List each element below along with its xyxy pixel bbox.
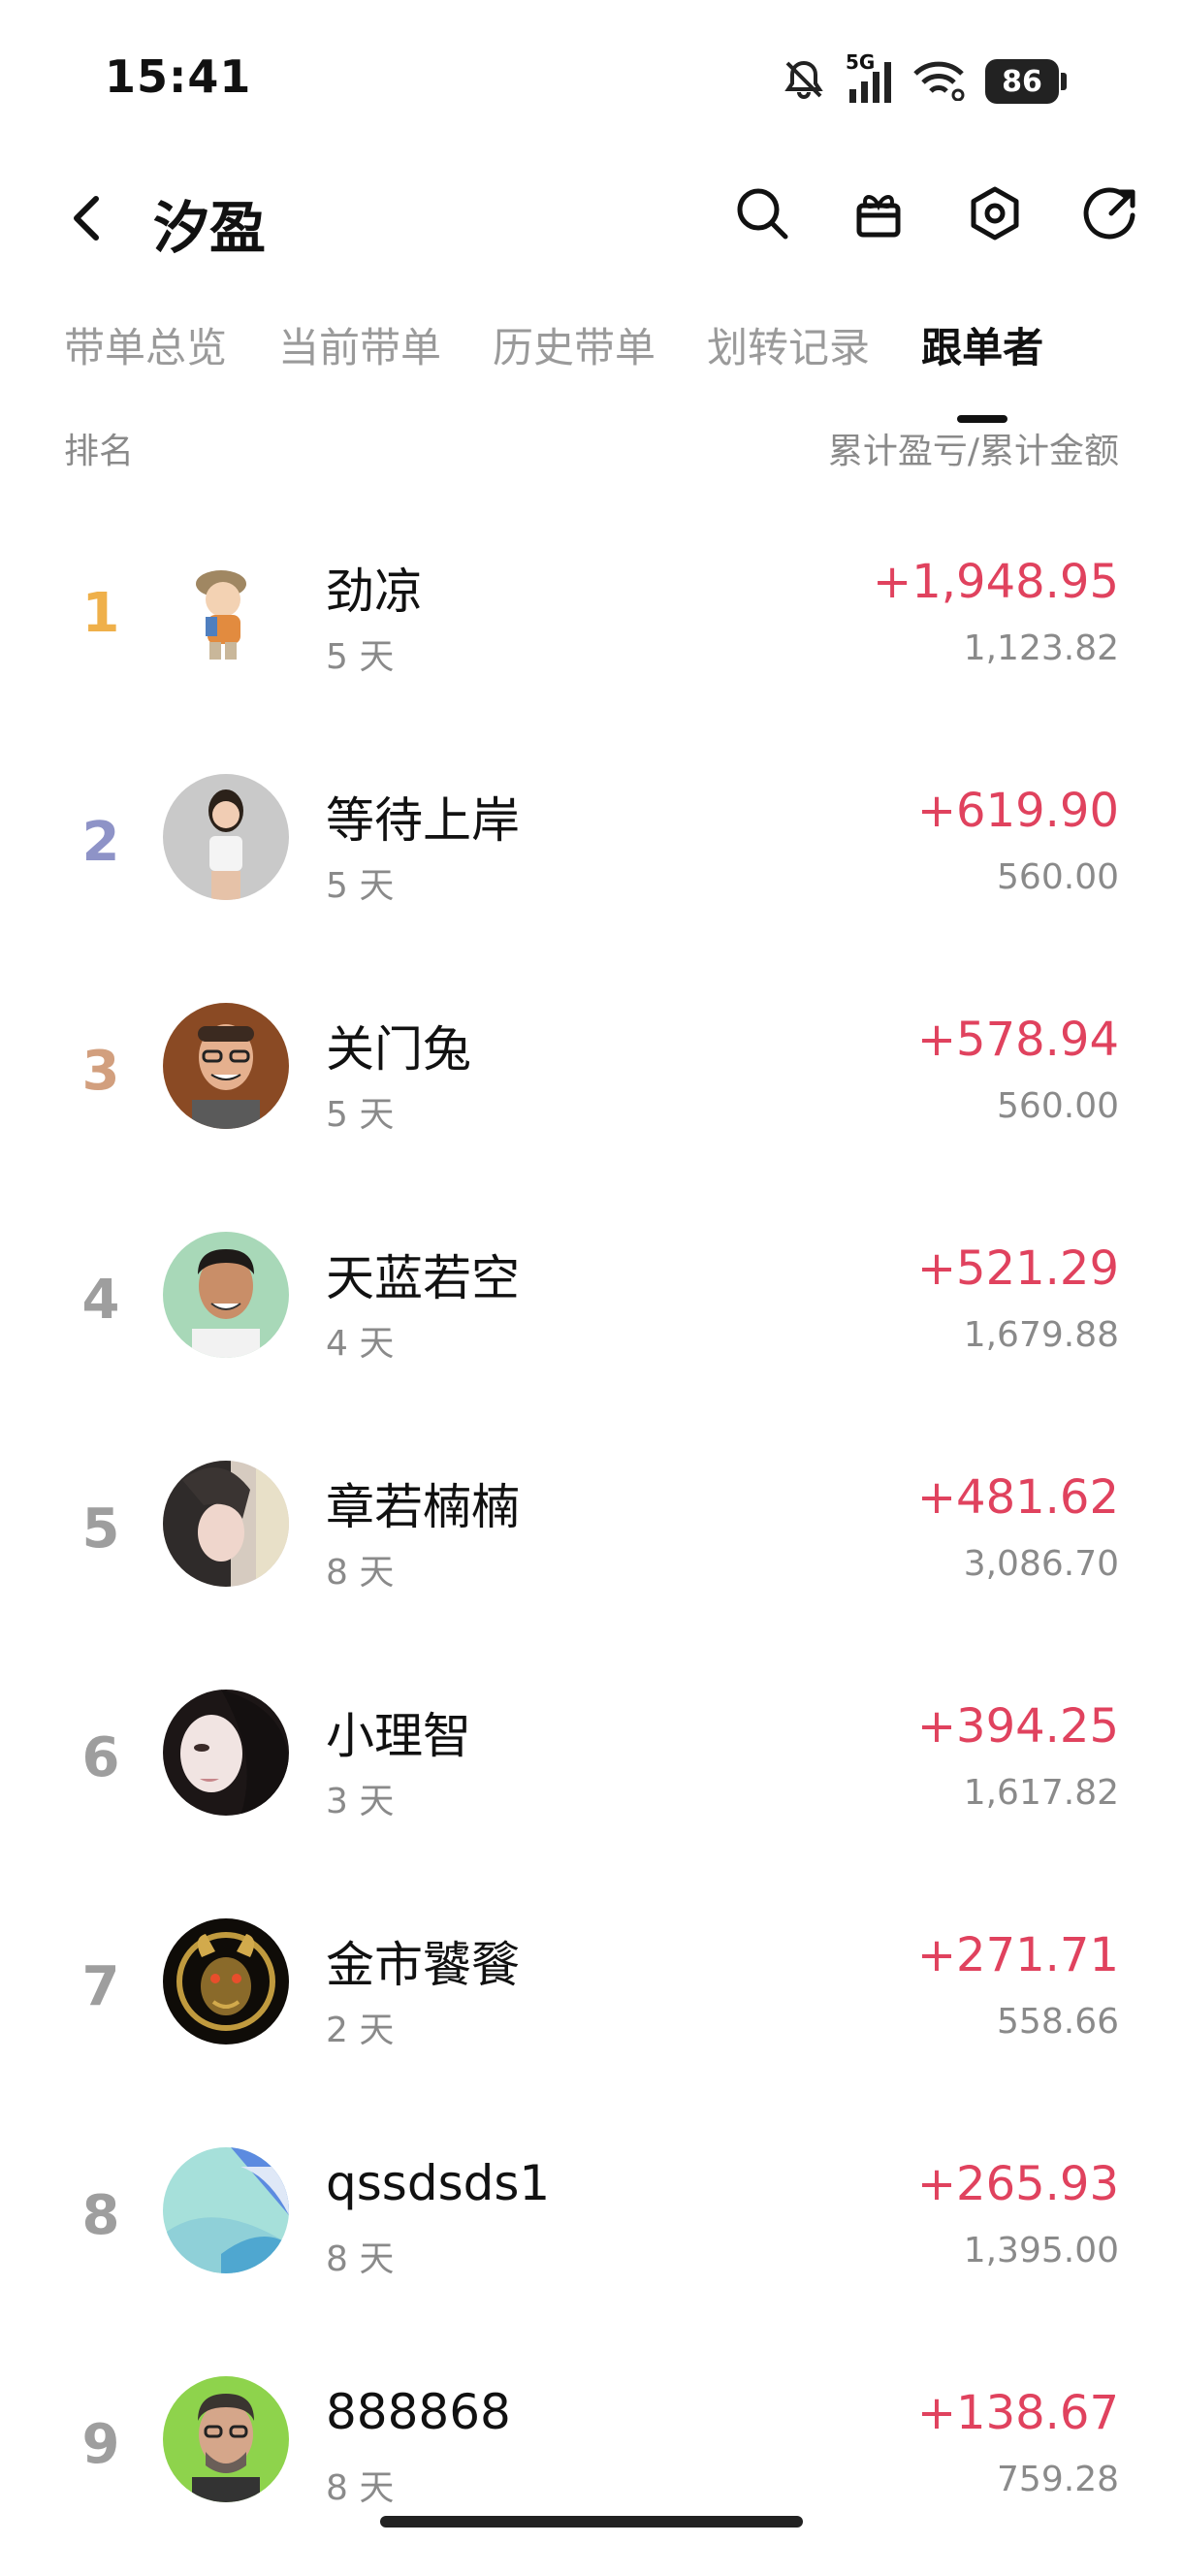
avatar xyxy=(163,1003,289,1129)
cumulative-amount: 560.00 xyxy=(997,1086,1119,1126)
tab-bar: 带单总览 当前带单 历史带单 划转记录 跟单者 xyxy=(64,315,1144,423)
list-item[interactable]: 1 劲凉 5 天 +1,948.95 1,123.82 xyxy=(0,504,1183,733)
page-title: 汐盈 xyxy=(153,195,267,261)
cumulative-pnl: +394.25 xyxy=(916,1699,1119,1754)
battery-cap xyxy=(1061,73,1067,90)
avatar xyxy=(163,1918,289,2045)
follower-name: 小理智 xyxy=(326,1708,471,1764)
follow-days: 5 天 xyxy=(326,1095,395,1135)
header-actions xyxy=(731,182,1142,244)
column-pnl-amount: 累计盈亏/累计金额 xyxy=(827,432,1119,471)
tab-followers-label: 跟单者 xyxy=(921,324,1044,371)
avatar xyxy=(163,774,289,900)
wifi-icon xyxy=(911,58,966,105)
rank-number: 5 xyxy=(81,1497,120,1561)
follow-days: 5 天 xyxy=(326,866,395,906)
back-icon xyxy=(74,196,99,241)
rank-number: 4 xyxy=(81,1269,120,1332)
cumulative-amount: 558.66 xyxy=(997,2002,1119,2042)
rank-number: 7 xyxy=(81,1955,120,2018)
settings-icon xyxy=(971,186,1019,241)
follow-days: 5 天 xyxy=(326,637,395,677)
list-item[interactable]: 3 关门兔 5 天 +578.94 560.00 xyxy=(0,962,1183,1191)
share-button[interactable] xyxy=(1080,182,1142,244)
follower-name: 金市饕餮 xyxy=(326,1937,520,1993)
cumulative-pnl: +265.93 xyxy=(916,2157,1119,2211)
rank-number: 8 xyxy=(81,2184,120,2247)
avatar xyxy=(163,1232,289,1358)
gift-button[interactable] xyxy=(847,182,910,244)
cumulative-pnl: +521.29 xyxy=(916,1241,1119,1296)
cumulative-amount: 560.00 xyxy=(997,857,1119,897)
status-icons: 5G 86 xyxy=(780,50,1067,109)
rank-number: 3 xyxy=(81,1040,120,1103)
column-rank: 排名 xyxy=(64,432,135,471)
home-indicator[interactable] xyxy=(380,2516,803,2528)
status-bar: 15:41 5G 86 xyxy=(0,0,1183,155)
tab-current[interactable]: 当前带单 xyxy=(278,315,441,374)
list-item[interactable]: 4 天蓝若空 4 天 +521.29 1,679.88 xyxy=(0,1191,1183,1420)
avatar xyxy=(163,1690,289,1816)
avatar xyxy=(163,545,289,671)
cumulative-pnl: +578.94 xyxy=(916,1013,1119,1067)
list-item[interactable]: 5 章若楠楠 8 天 +481.62 3,086.70 xyxy=(0,1420,1183,1649)
battery-icon: 86 xyxy=(985,59,1059,104)
follow-days: 8 天 xyxy=(326,2468,395,2508)
tab-overview[interactable]: 带单总览 xyxy=(64,315,227,374)
active-tab-indicator xyxy=(957,415,1008,423)
gift-icon xyxy=(856,195,901,238)
cumulative-pnl: +271.71 xyxy=(916,1928,1119,1982)
cumulative-amount: 1,617.82 xyxy=(963,1773,1119,1813)
follow-days: 2 天 xyxy=(326,2011,395,2050)
column-header: 排名 累计盈亏/累计金额 xyxy=(64,423,1119,473)
list-item[interactable]: 7 金市饕餮 2 天 +271.71 558.66 xyxy=(0,1878,1183,2107)
screen: 15:41 5G 86 汐盈 带单总览 当前带单 历史带单 划转记录 跟单者 排… xyxy=(0,0,1183,2576)
follow-days: 4 天 xyxy=(326,1324,395,1364)
rank-number: 6 xyxy=(81,1726,120,1789)
settings-button[interactable] xyxy=(964,182,1026,244)
cumulative-amount: 1,395.00 xyxy=(963,2231,1119,2270)
cumulative-amount: 1,123.82 xyxy=(963,628,1119,668)
list-item[interactable]: 9 888868 8 天 +138.67 759.28 xyxy=(0,2335,1183,2564)
follow-days: 8 天 xyxy=(326,2239,395,2279)
follow-days: 8 天 xyxy=(326,1553,395,1593)
search-icon xyxy=(737,188,788,240)
mute-icon xyxy=(780,55,828,108)
share-icon xyxy=(1083,187,1135,240)
network-type: 5G xyxy=(846,50,876,74)
follower-name: 888868 xyxy=(326,2384,511,2440)
follower-name: 关门兔 xyxy=(326,1021,471,1078)
follower-name: qssdsds1 xyxy=(326,2155,551,2211)
signal-icon: 5G xyxy=(846,50,892,105)
avatar xyxy=(163,2147,289,2273)
tab-followers[interactable]: 跟单者 xyxy=(921,315,1044,423)
back-button[interactable] xyxy=(54,186,118,250)
follower-name: 天蓝若空 xyxy=(326,1250,520,1306)
status-time: 15:41 xyxy=(105,50,252,103)
list-item[interactable]: 8 qssdsds1 8 天 +265.93 1,395.00 xyxy=(0,2107,1183,2335)
cumulative-pnl: +481.62 xyxy=(916,1470,1119,1525)
cumulative-pnl: +1,948.95 xyxy=(873,555,1119,609)
header: 汐盈 xyxy=(0,165,1183,272)
cumulative-pnl: +619.90 xyxy=(916,784,1119,838)
cumulative-pnl: +138.67 xyxy=(916,2386,1119,2440)
search-button[interactable] xyxy=(731,182,793,244)
avatar xyxy=(163,1461,289,1587)
follow-days: 3 天 xyxy=(326,1782,395,1821)
follower-name: 等待上岸 xyxy=(326,792,520,849)
list-item[interactable]: 2 等待上岸 5 天 +619.90 560.00 xyxy=(0,733,1183,962)
follower-name: 章若楠楠 xyxy=(326,1479,520,1535)
cumulative-amount: 3,086.70 xyxy=(963,1544,1119,1584)
rank-number: 1 xyxy=(81,582,120,645)
cumulative-amount: 1,679.88 xyxy=(963,1315,1119,1355)
avatar xyxy=(163,2376,289,2502)
follower-list: 1 劲凉 5 天 +1,948.95 1,123.82 2 等待上岸 5 天 +… xyxy=(0,504,1183,2564)
follower-name: 劲凉 xyxy=(326,564,423,620)
rank-number: 9 xyxy=(81,2413,120,2476)
list-item[interactable]: 6 小理智 3 天 +394.25 1,617.82 xyxy=(0,1649,1183,1878)
rank-number: 2 xyxy=(81,811,120,874)
cumulative-amount: 759.28 xyxy=(997,2460,1119,2499)
tab-history[interactable]: 历史带单 xyxy=(493,315,655,374)
tab-transfers[interactable]: 划转记录 xyxy=(707,315,870,374)
